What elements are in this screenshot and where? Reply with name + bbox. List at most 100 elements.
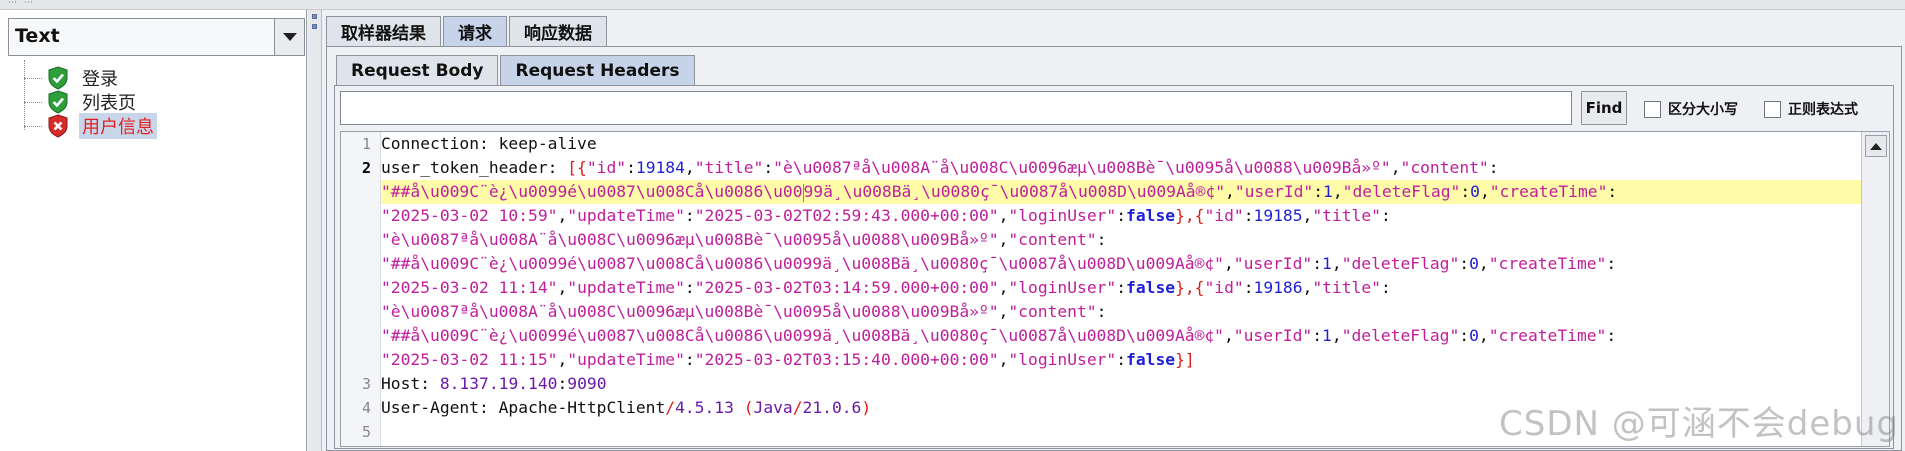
code-line[interactable]: Host: 8.137.19.140:9090 bbox=[381, 372, 607, 396]
code-line[interactable]: "2025-03-02 10:59","updateTime":"2025-03… bbox=[381, 204, 1391, 228]
search-bar: Find 区分大小写 正则表达式 bbox=[340, 90, 1890, 128]
dropdown-button[interactable] bbox=[274, 19, 304, 55]
code-token: , bbox=[1225, 182, 1235, 201]
request-tab-content: Request Body Request Headers Find 区分大小写 … bbox=[326, 46, 1902, 451]
results-tree-panel: Text 登录 列表页 用户信息 bbox=[0, 10, 307, 451]
code-token: 19184 bbox=[635, 158, 685, 177]
tab-request[interactable]: 请求 bbox=[443, 16, 507, 46]
find-button[interactable]: Find bbox=[1581, 91, 1627, 125]
code-token: user_token_header: bbox=[381, 158, 568, 177]
tree-item-label-selected: 用户信息 bbox=[79, 113, 157, 139]
code-line[interactable]: Connection: keep-alive bbox=[381, 132, 597, 156]
code-token: ) bbox=[861, 398, 872, 417]
code-line[interactable]: User-Agent: Apache-HttpClient/4.5.13 (Ja… bbox=[381, 396, 871, 420]
tab-response-data[interactable]: 响应数据 bbox=[509, 16, 607, 46]
tree-item-login[interactable]: 登录 bbox=[24, 66, 121, 90]
code-line[interactable]: "##å\u009C¨è¿\u0099é\u0087\u008Cå\u0086\… bbox=[381, 252, 1616, 276]
code-token: : bbox=[1243, 206, 1254, 225]
code-token: : bbox=[1116, 206, 1127, 225]
request-headers-content: Find 区分大小写 正则表达式 1 2 3 4 5 Connection: keep-… bbox=[334, 85, 1894, 449]
success-shield-icon bbox=[48, 66, 68, 90]
code-token: : bbox=[1460, 182, 1471, 201]
code-token: : bbox=[1243, 278, 1254, 297]
code-token: [{ bbox=[567, 158, 587, 177]
line-number-gutter: 1 2 3 4 5 bbox=[341, 132, 381, 446]
code-token: , bbox=[1332, 182, 1343, 201]
tree-item-user-info[interactable]: 用户信息 bbox=[24, 113, 157, 139]
code-line-current[interactable]: "##å\u009C¨è¿\u0099é\u0087\u008Cå\u0086\… bbox=[381, 180, 1861, 204]
code-token: "userId" bbox=[1233, 326, 1313, 345]
splitter-arrow-icon[interactable] bbox=[312, 24, 317, 29]
code-token: , bbox=[1478, 254, 1489, 273]
tab-sampler-result[interactable]: 取样器结果 bbox=[326, 16, 441, 46]
code-token: "updateTime" bbox=[567, 278, 685, 297]
code-token: false bbox=[1126, 206, 1176, 225]
code-token: "userId" bbox=[1234, 182, 1314, 201]
code-token: "2025-03-02 11:14" bbox=[381, 278, 558, 297]
code-token: , bbox=[1302, 206, 1313, 225]
code-token: , bbox=[1223, 326, 1234, 345]
code-token: "2025-03-02T03:15:40.000+00:00" bbox=[694, 350, 999, 369]
result-tabs: 取样器结果 请求 响应数据 bbox=[326, 16, 609, 46]
code-token: "loginUser" bbox=[1008, 206, 1117, 225]
code-token: 0 bbox=[1470, 182, 1480, 201]
code-token: : bbox=[1380, 278, 1391, 297]
code-line[interactable]: "##å\u009C¨è¿\u0099é\u0087\u008Cå\u0086\… bbox=[381, 324, 1616, 348]
code-token: false bbox=[1126, 278, 1176, 297]
top-toolbar-strip: ⋯ ⋯ bbox=[0, 0, 1905, 10]
case-sensitive-label: 区分大小写 bbox=[1668, 102, 1738, 118]
code-token: "createTime" bbox=[1488, 326, 1607, 345]
code-token: , bbox=[557, 206, 568, 225]
code-token: : bbox=[1459, 326, 1470, 345]
checkbox-box[interactable] bbox=[1644, 100, 1661, 118]
code-line[interactable]: "è\u0087ªå\u008A¨å\u008C\u0096æµ\u008Bè¯… bbox=[381, 228, 1106, 252]
checkbox-box[interactable] bbox=[1764, 100, 1781, 118]
code-token: : bbox=[1606, 254, 1617, 273]
code-line[interactable]: user_token_header: [{"id":19184,"title":… bbox=[381, 156, 1499, 180]
code-token: , bbox=[998, 350, 1009, 369]
code-token: "è\u0087ªå\u008A¨å\u008C\u0096æµ\u008Bè¯… bbox=[773, 158, 1391, 177]
code-token: "updateTime" bbox=[567, 206, 685, 225]
search-input[interactable] bbox=[340, 91, 1572, 125]
code-token: "createTime" bbox=[1488, 254, 1607, 273]
code-line[interactable]: "è\u0087ªå\u008A¨å\u008C\u0096æµ\u008Bè¯… bbox=[381, 300, 1106, 324]
grip-icon: ⋯ ⋯ bbox=[8, 0, 35, 8]
code-token: "##å\u009C¨è¿\u0099é\u0087\u008Cå\u0086\… bbox=[381, 254, 1224, 273]
renderer-select-value: Text bbox=[15, 25, 60, 47]
code-token: : bbox=[763, 158, 774, 177]
code-line[interactable]: "2025-03-02 11:14","updateTime":"2025-03… bbox=[381, 276, 1391, 300]
subtab-request-headers[interactable]: Request Headers bbox=[500, 55, 695, 85]
code-token: "deleteFlag" bbox=[1342, 182, 1461, 201]
regex-checkbox[interactable]: 正则表达式 bbox=[1764, 99, 1858, 119]
code-token: "2025-03-02T02:59:43.000+00:00" bbox=[694, 206, 999, 225]
code-token: "##å\u009C¨è¿\u0099é\u0087\u008Cå\u0086\… bbox=[381, 182, 803, 201]
code-token: : bbox=[1313, 182, 1324, 201]
sampler-tree: 登录 列表页 用户信息 bbox=[14, 60, 294, 160]
line-number: 3 bbox=[361, 375, 371, 393]
code-token: , bbox=[1331, 254, 1342, 273]
success-shield-icon bbox=[48, 90, 68, 114]
case-sensitive-checkbox[interactable]: 区分大小写 bbox=[1644, 99, 1738, 119]
code-token: 0 bbox=[1469, 326, 1479, 345]
code-token: "id" bbox=[1204, 206, 1244, 225]
code-token: : bbox=[1312, 326, 1323, 345]
code-token: / bbox=[665, 398, 676, 417]
code-token: "id" bbox=[1204, 278, 1244, 297]
code-token: "updateTime" bbox=[567, 350, 685, 369]
code-token: : bbox=[1607, 182, 1618, 201]
code-token: },{ bbox=[1175, 206, 1205, 225]
renderer-select[interactable]: Text bbox=[8, 18, 305, 56]
code-token: "2025-03-02T03:14:59.000+00:00" bbox=[694, 278, 999, 297]
panel-splitter[interactable] bbox=[308, 10, 322, 451]
splitter-arrow-icon[interactable] bbox=[312, 14, 317, 19]
tree-item-list-page[interactable]: 列表页 bbox=[24, 90, 139, 114]
code-token: : bbox=[684, 278, 695, 297]
scroll-up-button[interactable] bbox=[1865, 135, 1887, 157]
subtab-request-body[interactable]: Request Body bbox=[336, 55, 499, 85]
code-token: , bbox=[1223, 254, 1234, 273]
code-token: : bbox=[626, 158, 636, 177]
line-number: 4 bbox=[361, 399, 371, 417]
code-token: , bbox=[998, 230, 1009, 249]
code-token: , bbox=[1331, 326, 1342, 345]
code-line[interactable]: "2025-03-02 11:15","updateTime":"2025-03… bbox=[381, 348, 1195, 372]
